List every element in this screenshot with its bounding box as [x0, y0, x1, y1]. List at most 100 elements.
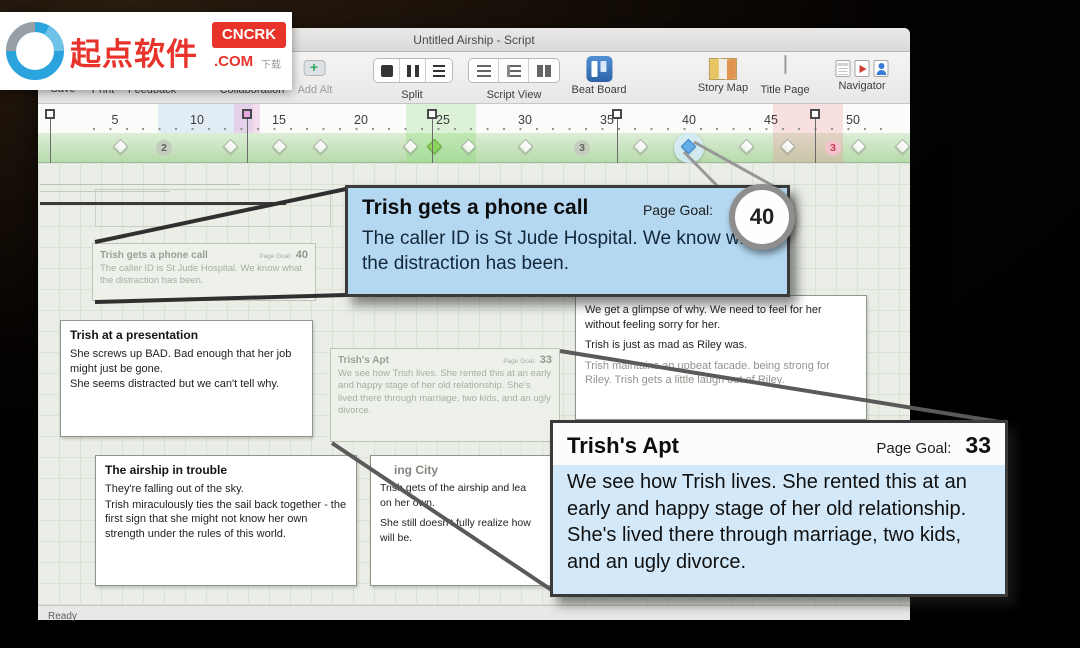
card-text: We see how Trish lives. She rented this …: [338, 368, 552, 417]
script-view-normal-button[interactable]: [469, 59, 499, 82]
beat-diamond[interactable]: [518, 139, 534, 155]
page-goal-label: Page Goal:: [876, 440, 951, 457]
act-marker-stem: [50, 119, 51, 163]
title-page-label: Title Page: [760, 84, 809, 96]
split-vertical-button[interactable]: [400, 59, 426, 82]
page-tick-label: 50: [846, 113, 860, 127]
script-view-indented-button[interactable]: [499, 59, 529, 82]
card-text: The caller ID is St Jude Hospital. We kn…: [100, 263, 308, 288]
toolbar-navigator[interactable]: Navigator: [836, 56, 889, 92]
card-airship[interactable]: The airship in trouble They're falling o…: [95, 455, 357, 586]
vertical-split-icon: [407, 65, 419, 77]
story-map-icon: [709, 58, 737, 80]
card-text: She seems distracted but we can't tell w…: [70, 377, 303, 392]
card-title: Trish's Apt: [567, 433, 876, 459]
page-goal-label: Page Goal:: [259, 253, 292, 260]
act-marker-stem: [815, 119, 816, 163]
card-text: will be.: [380, 532, 550, 546]
card-title: Trish at a presentation: [70, 328, 303, 342]
page-tick-label: 25: [436, 113, 450, 127]
split-label: Split: [401, 89, 422, 101]
act-marker[interactable]: [810, 109, 820, 119]
beat-count-badge[interactable]: 3: [574, 140, 590, 156]
watermark: 起点软件 CNCRK .COM 下载: [0, 12, 292, 90]
script-lines-icon: [477, 65, 491, 77]
page-tick-label: 30: [518, 113, 532, 127]
add-alt-icon: [302, 56, 328, 82]
script-view-label: Script View: [487, 89, 542, 101]
beat-diamond[interactable]: [272, 139, 288, 155]
status-bar: Ready: [38, 605, 910, 620]
page-goal-value: 33: [540, 354, 552, 366]
act-marker[interactable]: [427, 109, 437, 119]
beat-diamond[interactable]: [113, 139, 129, 155]
play-marker-icon: [855, 60, 870, 77]
card-glimpse[interactable]: We get a glimpse of why. We need to feel…: [575, 295, 867, 420]
navigator-label: Navigator: [836, 80, 889, 92]
watermark-brand: 起点软件: [70, 29, 198, 74]
beat-diamond[interactable]: [739, 139, 755, 155]
card-text: We see how Trish lives. She rented this …: [553, 465, 1005, 579]
act-marker[interactable]: [242, 109, 252, 119]
card-text: Trish gets of the airship and lea: [380, 482, 550, 496]
text-line: [40, 184, 240, 185]
screenshot: Untitled Airship - Script Save Print Fee…: [0, 0, 1080, 648]
page-goal-lens: 40: [729, 184, 795, 250]
page-goal-label: Page Goal:: [643, 202, 713, 218]
script-view-columns-button[interactable]: [529, 59, 559, 82]
page-tick-label: 45: [764, 113, 778, 127]
split-segmented-control: [373, 58, 453, 83]
split-single-button[interactable]: [374, 59, 400, 82]
beat-diamond[interactable]: [895, 139, 911, 155]
beat-board-label: Beat Board: [571, 84, 626, 96]
calendar-icon: [836, 60, 851, 77]
card-text: Trish maintains an upbeat facade. being …: [585, 359, 857, 388]
card-text: We get a glimpse of why. We need to feel…: [585, 303, 857, 332]
single-pane-icon: [381, 65, 393, 77]
card-presentation[interactable]: Trish at a presentation She screws up BA…: [60, 320, 313, 437]
card-apt-small[interactable]: Trish's Apt Page Goal: 33 We see how Tri…: [330, 348, 560, 442]
ruler-ticks: [93, 128, 890, 130]
toolbar-add-alt[interactable]: Add Alt: [298, 56, 333, 96]
card-text: They're falling out of the sky.: [105, 482, 347, 497]
script-columns-icon: [537, 65, 551, 77]
card-text: on her own.: [380, 497, 550, 511]
magnified-card-apt[interactable]: Trish's Apt Page Goal: 33 We see how Tri…: [550, 420, 1008, 597]
story-map-band: 2 3 3: [38, 133, 910, 163]
beat-diamond[interactable]: [633, 139, 649, 155]
watermark-download-label: 下载: [261, 56, 281, 71]
beat-count-badge[interactable]: 2: [156, 140, 172, 156]
card-title: Trish's Apt: [338, 355, 503, 366]
page-tick-label: 40: [682, 113, 696, 127]
card-text: Trish miraculously ties the sail back to…: [105, 498, 347, 542]
card-phone-call-small[interactable]: Trish gets a phone call Page Goal: 40 Th…: [92, 243, 316, 301]
beat-diamond[interactable]: [313, 139, 329, 155]
beat-diamond[interactable]: [223, 139, 239, 155]
status-text: Ready: [48, 610, 77, 624]
story-map-ruler: 5 10 15 20 25 30 35 40 45 50: [38, 104, 910, 133]
page-tick-label: 20: [354, 113, 368, 127]
magnified-card-phone-call[interactable]: Trish gets a phone call Page Goal: The c…: [345, 185, 790, 297]
character-icon: [874, 60, 889, 77]
title-page-icon: [784, 55, 786, 74]
card-text: Trish is just as mad as Riley was.: [585, 338, 857, 353]
page-tick-label: 10: [190, 113, 204, 127]
watermark-site-suffix: .COM: [214, 53, 253, 70]
act-marker-stem: [617, 119, 618, 163]
page-tick-label: 5: [112, 113, 119, 127]
faded-block: [95, 189, 331, 227]
toolbar-story-map[interactable]: Story Map: [698, 56, 748, 94]
beat-count-badge[interactable]: 3: [825, 140, 841, 156]
page-goal-value: 40: [296, 249, 308, 261]
card-city[interactable]: ing City Trish gets of the airship and l…: [370, 455, 560, 586]
act-marker[interactable]: [612, 109, 622, 119]
toolbar-beat-board[interactable]: Beat Board: [571, 56, 626, 96]
split-horizontal-button[interactable]: [426, 59, 452, 82]
watermark-logo: [3, 19, 67, 83]
card-text: The caller ID is St Jude Hospital. We kn…: [362, 226, 773, 276]
act-marker-stem: [432, 119, 433, 163]
beat-board-icon: [586, 56, 612, 82]
beat-diamond[interactable]: [851, 139, 867, 155]
act-marker[interactable]: [45, 109, 55, 119]
toolbar-title-page[interactable]: Title Page: [760, 56, 809, 96]
